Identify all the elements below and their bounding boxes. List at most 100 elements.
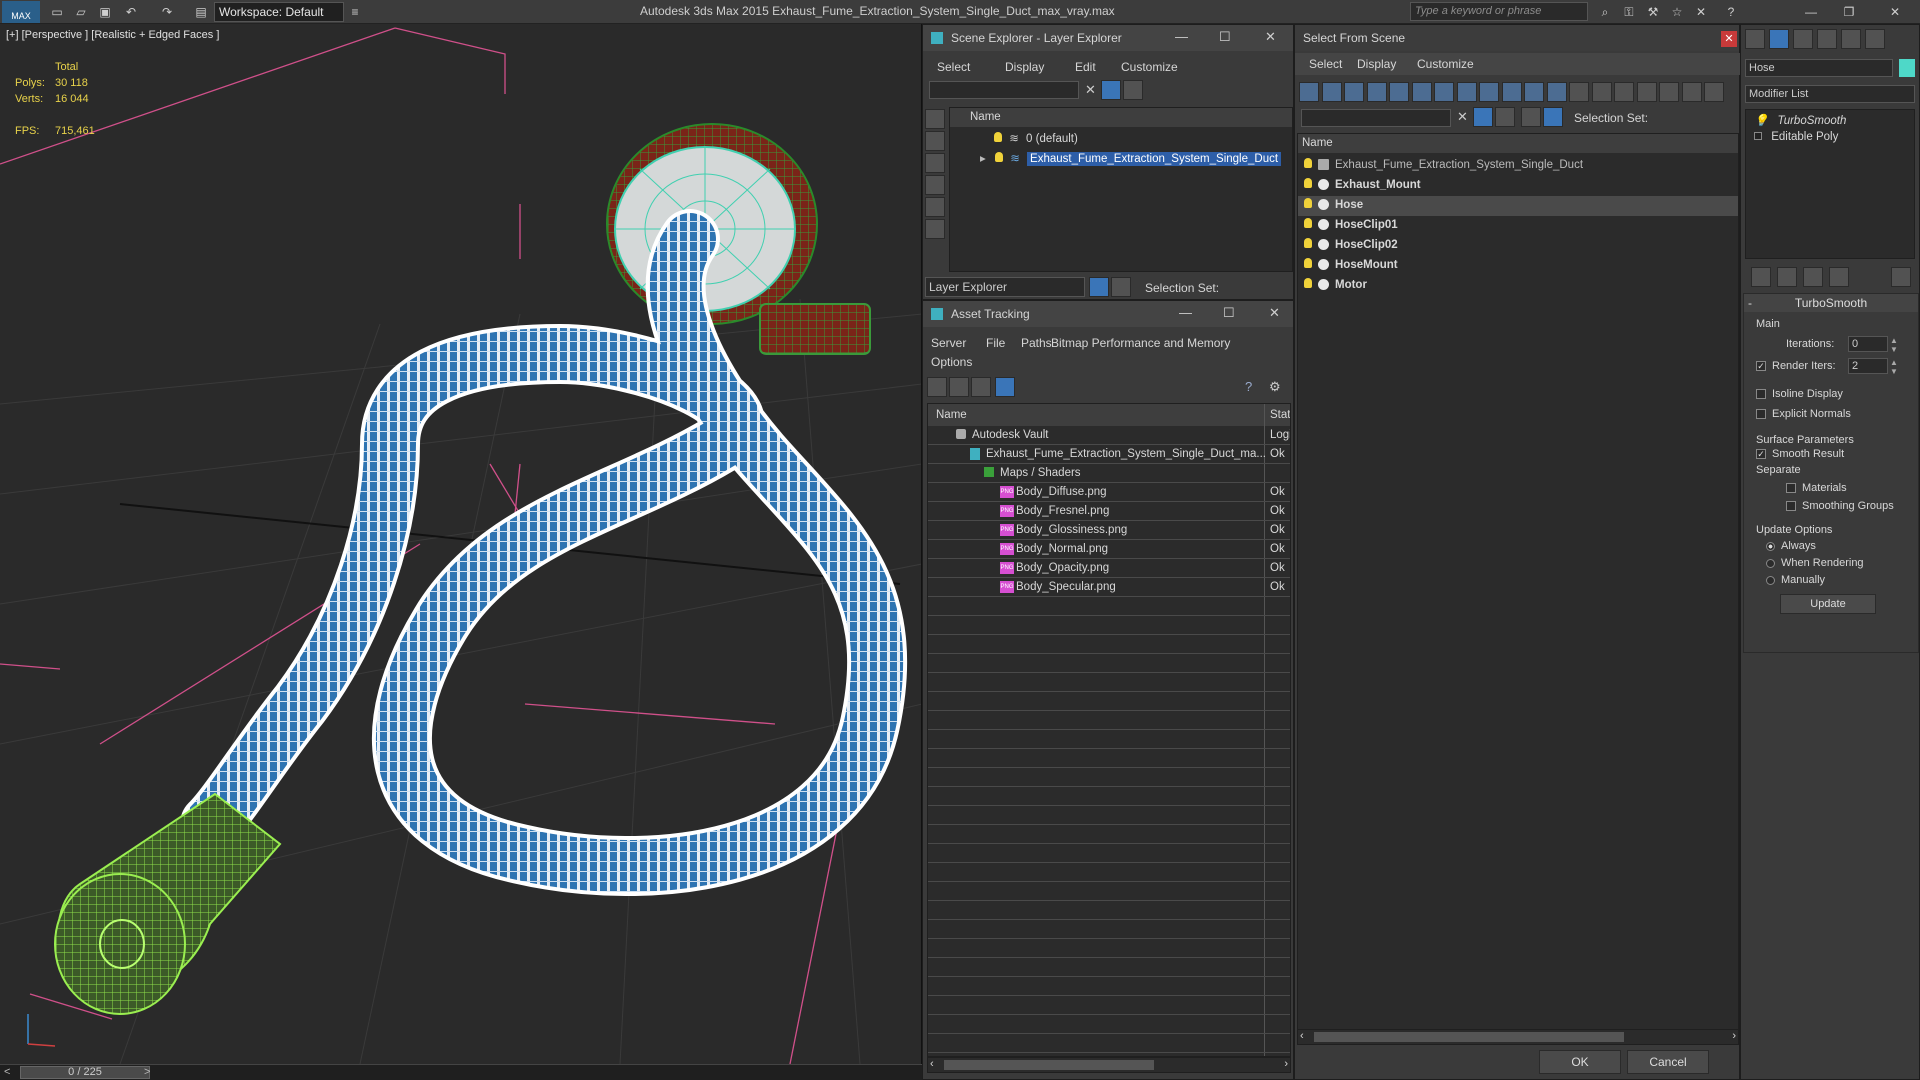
se-minimize-icon[interactable]: — (1175, 29, 1188, 44)
se-close-icon[interactable]: ✕ (1265, 29, 1276, 45)
se-display-shapes-icon[interactable] (925, 153, 945, 173)
ok-button[interactable]: OK (1539, 1050, 1621, 1074)
show-end-result-icon[interactable] (1777, 267, 1797, 287)
render-iters-checkbox[interactable]: ✓ (1756, 361, 1766, 372)
lightbulb-icon[interactable] (1304, 238, 1312, 248)
lightbulb-icon[interactable] (994, 152, 1003, 162)
project-folder-icon[interactable]: ▤ (192, 3, 210, 21)
configure-modifier-sets-icon[interactable] (1891, 267, 1911, 287)
make-unique-icon[interactable] (1803, 267, 1823, 287)
at-menu-bitmap[interactable]: Bitmap Performance and Memory (1051, 336, 1230, 350)
asset-row[interactable]: PNG Body_Fresnel.png Ok (928, 502, 1290, 521)
smooth-result-checkbox[interactable]: ✓ (1756, 449, 1766, 460)
se-menu-display[interactable]: Display (1005, 60, 1044, 74)
sfs-filter-icon[interactable] (1473, 107, 1493, 127)
new-file-icon[interactable]: ▭ (48, 3, 66, 21)
motion-tab-icon[interactable] (1817, 29, 1837, 49)
pin-stack-icon[interactable] (1751, 267, 1771, 287)
se-display-geometry-icon[interactable] (925, 131, 945, 151)
time-slider-thumb[interactable]: 0 / 225 (20, 1066, 150, 1079)
lightbulb-icon[interactable] (1304, 158, 1312, 168)
asset-row[interactable]: PNG Body_Glossiness.png Ok (928, 521, 1290, 540)
modifier-list-dropdown[interactable]: Modifier List (1745, 85, 1915, 103)
scene-object-row[interactable]: HoseClip01 (1298, 216, 1738, 236)
lightbulb-icon[interactable] (1304, 218, 1312, 228)
display-hidden-icon[interactable] (1546, 82, 1567, 102)
scroll-left-icon[interactable]: ‹ (930, 1058, 934, 1070)
timeline-prev-button[interactable]: < (4, 1066, 10, 1078)
iterations-spinner-arrows[interactable]: ▲ ▼ (1890, 336, 1898, 354)
se-menu-customize[interactable]: Customize (1121, 60, 1178, 74)
lightbulb-icon[interactable] (994, 132, 1002, 142)
se-search-field[interactable] (929, 81, 1079, 99)
scroll-thumb[interactable] (944, 1060, 1154, 1070)
when-rendering-radio[interactable] (1766, 558, 1775, 568)
sfs-horizontal-scrollbar[interactable]: ‹ › (1297, 1029, 1739, 1045)
at-maximize-icon[interactable]: ☐ (1223, 305, 1235, 321)
timeline-next-button[interactable]: > (144, 1066, 150, 1078)
display-groups-icon[interactable] (1434, 82, 1454, 102)
se-explorer-dropdown[interactable]: Layer Explorer (925, 277, 1085, 297)
lightbulb-icon[interactable] (1304, 198, 1312, 208)
sfs-layer-mode-icon[interactable] (1521, 107, 1541, 127)
display-filter-b-icon[interactable] (1659, 82, 1679, 102)
create-tab-icon[interactable] (1745, 29, 1765, 49)
display-geometry-icon[interactable] (1299, 82, 1319, 102)
lightbulb-icon[interactable] (1304, 178, 1312, 188)
asset-row[interactable]: PNG Body_Opacity.png Ok (928, 559, 1290, 578)
update-button[interactable]: Update (1780, 594, 1876, 614)
se-layer-row-default[interactable]: ≋ 0 (default) (950, 130, 1292, 149)
expand-arrow-icon[interactable]: ▸ (980, 153, 986, 165)
se-layer-mode-icon[interactable] (1089, 277, 1109, 297)
max-logo[interactable]: MAX (2, 1, 40, 23)
scroll-left-icon[interactable]: ‹ (1300, 1030, 1304, 1042)
render-iters-spinner-arrows[interactable]: ▲ ▼ (1890, 358, 1898, 376)
display-filter-c-icon[interactable] (1681, 82, 1702, 102)
asset-row[interactable]: PNG Body_Diffuse.png Ok (928, 483, 1290, 502)
at-list-icon[interactable] (949, 377, 969, 397)
se-display-lights-icon[interactable] (925, 175, 945, 195)
display-spacewarps-icon[interactable] (1411, 82, 1432, 102)
isoline-checkbox[interactable] (1756, 389, 1766, 400)
se-filter-icon[interactable] (1101, 80, 1121, 100)
stack-item-editable-poly[interactable]: Editable Poly (1746, 128, 1914, 147)
at-menu-server[interactable]: Server (931, 336, 966, 350)
scene-object-row[interactable]: Exhaust_Fume_Extraction_System_Single_Du… (1298, 156, 1738, 176)
scroll-thumb[interactable] (1314, 1032, 1624, 1042)
undo-icon[interactable]: ↶ (122, 3, 140, 21)
display-invert-icon[interactable] (1614, 82, 1634, 102)
render-iters-spinner[interactable]: 2 (1848, 358, 1888, 374)
se-menu-select[interactable]: Select (937, 60, 970, 74)
asset-row[interactable]: Autodesk Vault Logi (928, 426, 1290, 445)
object-color-swatch[interactable] (1899, 59, 1915, 77)
display-cameras-icon[interactable] (1366, 82, 1387, 102)
sfs-close-icon[interactable]: ✕ (1721, 31, 1737, 47)
se-column-header[interactable]: Name (950, 108, 1292, 127)
lightbulb-icon[interactable] (1304, 278, 1312, 288)
display-bones-icon[interactable] (1479, 82, 1499, 102)
binoculars-icon[interactable]: ⌕ (1596, 3, 1614, 21)
iterations-spinner[interactable]: 0 (1848, 336, 1888, 352)
time-slider[interactable]: < 0 / 225 > (0, 1064, 922, 1080)
redo-icon[interactable]: ↷ (158, 3, 176, 21)
se-display-cameras-icon[interactable] (925, 197, 945, 217)
workspace-dropdown[interactable]: Workspace: Default (214, 2, 344, 22)
materials-checkbox[interactable] (1786, 483, 1796, 494)
cancel-button[interactable]: Cancel (1627, 1050, 1709, 1074)
sfs-column-header[interactable]: Name (1298, 134, 1738, 153)
at-minimize-icon[interactable]: — (1179, 305, 1192, 320)
display-all-icon[interactable] (1569, 82, 1589, 102)
sfs-search-field[interactable] (1301, 109, 1451, 127)
display-shapes-icon[interactable] (1321, 82, 1342, 102)
always-radio[interactable] (1766, 541, 1775, 551)
remove-modifier-icon[interactable] (1829, 267, 1849, 287)
at-menu-file[interactable]: File (986, 336, 1005, 350)
modify-tab-icon[interactable] (1769, 29, 1789, 49)
at-close-icon[interactable]: ✕ (1269, 305, 1280, 321)
sfs-menu-display[interactable]: Display (1357, 57, 1396, 71)
se-menu-edit[interactable]: Edit (1075, 60, 1096, 74)
sfs-menu-select[interactable]: Select (1309, 57, 1342, 71)
lightbulb-icon[interactable]: 💡 (1754, 115, 1768, 127)
display-xrefs-icon[interactable] (1456, 82, 1477, 102)
utilities-tab-icon[interactable] (1865, 29, 1885, 49)
